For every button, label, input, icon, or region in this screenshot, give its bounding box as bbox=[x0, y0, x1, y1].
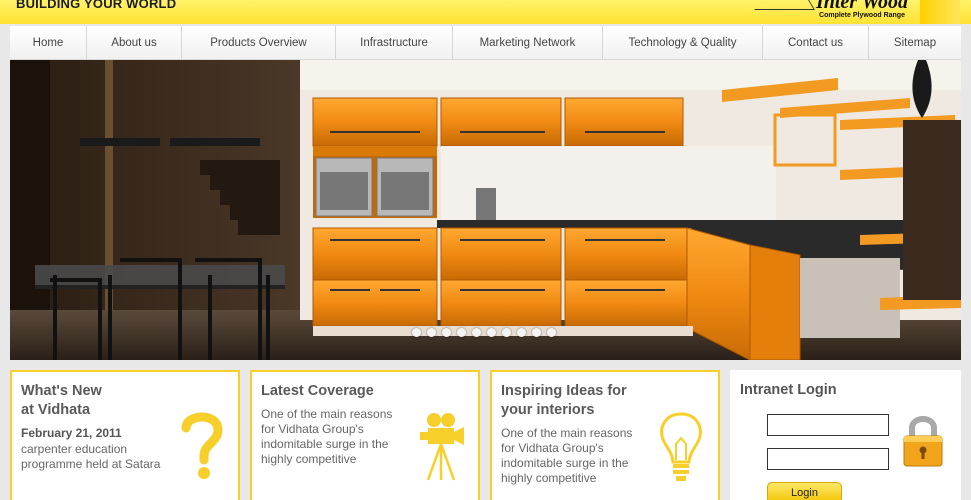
brand-name: Inter Wood bbox=[815, 0, 909, 13]
ideas-text-line1: One of the main reasons bbox=[501, 426, 633, 440]
ideas-text-line2: for Vidhata Group's bbox=[501, 441, 604, 455]
brand-logo[interactable]: Inter Wood Complete Plywood Range bbox=[808, 0, 916, 22]
nav-infrastructure[interactable]: Infrastructure bbox=[336, 26, 453, 60]
site-header: BUILDING YOUR WORLD Inter Wood Complete … bbox=[0, 0, 971, 24]
news-text-line2[interactable]: programme held at Satara bbox=[21, 457, 160, 472]
news-date: February 21, 2011 bbox=[21, 426, 122, 440]
login-title: Intranet Login bbox=[740, 382, 837, 398]
nav-products-overview[interactable]: Products Overview bbox=[182, 26, 336, 60]
nav-technology-quality[interactable]: Technology & Quality bbox=[603, 26, 763, 60]
slide-dot-8[interactable] bbox=[517, 328, 526, 337]
coverage-text-line3: indomitable surge in the bbox=[261, 437, 389, 451]
slide-dot-9[interactable] bbox=[532, 328, 541, 337]
inspiring-title-line1: Inspiring Ideas for bbox=[501, 383, 627, 399]
movie-camera-icon bbox=[420, 413, 464, 481]
kitchen-image bbox=[10, 60, 961, 360]
slide-dot-5[interactable] bbox=[472, 328, 481, 337]
slide-dot-10[interactable] bbox=[547, 328, 556, 337]
brand-subtitle: Complete Plywood Range bbox=[819, 12, 905, 19]
coverage-text-line1: One of the main reasons bbox=[261, 407, 393, 421]
slide-dot-3[interactable] bbox=[442, 328, 451, 337]
ideas-text-line4: highly competitive bbox=[501, 471, 597, 485]
question-mark-icon bbox=[181, 412, 223, 479]
slide-pagination bbox=[412, 328, 556, 337]
whats-new-box: What's New at Vidhata February 21, 2011 … bbox=[10, 370, 240, 500]
brand-decor-tail bbox=[920, 0, 960, 24]
intranet-login-panel: Intranet Login Login bbox=[730, 370, 961, 500]
whats-new-title[interactable]: What's New at Vidhata bbox=[21, 382, 102, 420]
slide-dot-2[interactable] bbox=[427, 328, 436, 337]
inspiring-ideas-title[interactable]: Inspiring Ideas for your interiors bbox=[501, 382, 627, 420]
site-tagline: BUILDING YOUR WORLD bbox=[16, 0, 177, 11]
hero-slideshow[interactable] bbox=[10, 60, 961, 360]
nav-contact-us[interactable]: Contact us bbox=[763, 26, 869, 60]
latest-coverage-box: Latest Coverage One of the main reasons … bbox=[250, 370, 480, 500]
coverage-text-line2: for Vidhata Group's bbox=[261, 422, 364, 436]
coverage-text-line4: highly competitive bbox=[261, 452, 357, 466]
password-input[interactable] bbox=[767, 448, 889, 470]
slide-dot-7[interactable] bbox=[502, 328, 511, 337]
username-input[interactable] bbox=[767, 414, 889, 436]
login-button[interactable]: Login bbox=[767, 482, 842, 500]
inspiring-ideas-box: Inspiring Ideas for your interiors One o… bbox=[490, 370, 720, 500]
slide-dot-4[interactable] bbox=[457, 328, 466, 337]
latest-coverage-title[interactable]: Latest Coverage bbox=[261, 382, 374, 401]
slide-dot-1[interactable] bbox=[412, 328, 421, 337]
light-bulb-icon bbox=[660, 412, 702, 481]
ideas-text-line3: indomitable surge in the bbox=[501, 456, 629, 470]
news-text-line1[interactable]: carpenter education bbox=[21, 442, 127, 457]
padlock-icon bbox=[903, 416, 943, 467]
brand-decor-line bbox=[749, 0, 815, 10]
main-nav: Home About us Products Overview Infrastr… bbox=[10, 26, 961, 60]
whats-new-title-line2: at Vidhata bbox=[21, 402, 91, 418]
nav-home[interactable]: Home bbox=[10, 26, 87, 60]
nav-marketing-network[interactable]: Marketing Network bbox=[453, 26, 603, 60]
whats-new-title-line1: What's New bbox=[21, 383, 102, 399]
inspiring-title-line2: your interiors bbox=[501, 402, 595, 418]
slide-dot-6[interactable] bbox=[487, 328, 496, 337]
nav-sitemap[interactable]: Sitemap bbox=[869, 26, 961, 60]
nav-about-us[interactable]: About us bbox=[87, 26, 182, 60]
